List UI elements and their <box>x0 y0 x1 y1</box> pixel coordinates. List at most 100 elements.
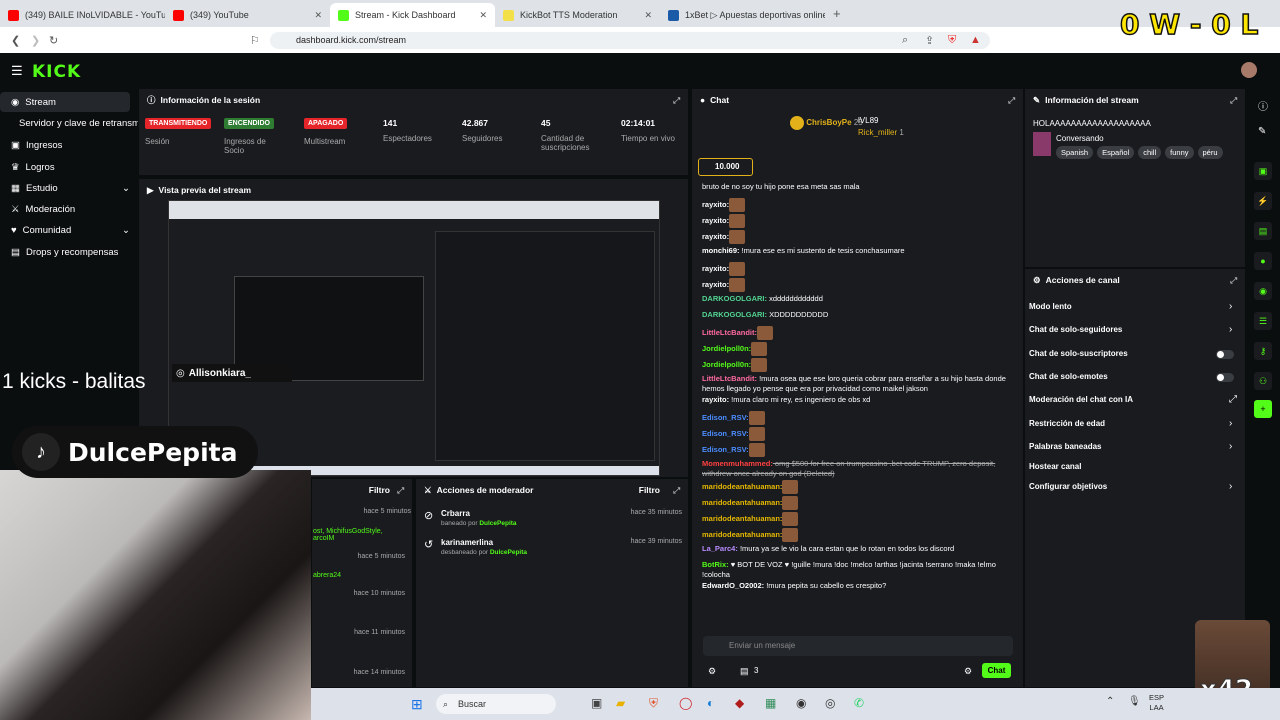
avatar[interactable] <box>1241 62 1257 78</box>
rail-add-icon[interactable]: + <box>1254 400 1272 418</box>
edge-icon[interactable]: ◐ <box>707 696 714 710</box>
share-icon[interactable]: ⇪ <box>925 34 934 47</box>
sidebar-item-moderacion[interactable]: ⚔ Moderación <box>0 199 130 219</box>
url-input[interactable]: dashboard.kick.com/stream <box>270 32 990 49</box>
kick-logo[interactable]: KICK <box>32 62 81 82</box>
chat-username[interactable]: EdwardO_O2002: <box>702 581 764 590</box>
tray-chevron-icon[interactable]: ⌃ <box>1106 696 1114 707</box>
rail-doc-icon[interactable]: ▤ <box>1254 222 1272 240</box>
stream-tag[interactable]: péru <box>1197 146 1223 159</box>
rail-people-icon[interactable]: ⚇ <box>1254 372 1272 390</box>
chat-username[interactable]: Edison_RSV: <box>702 429 749 438</box>
chat-username[interactable]: La_Parc4: <box>702 544 738 553</box>
bookmark-icon[interactable]: ⚐ <box>250 34 260 47</box>
channel-action-item[interactable]: Restricción de edad <box>1029 419 1105 428</box>
stream-tag[interactable]: chill <box>1138 146 1162 159</box>
chat-username[interactable]: rayxito: <box>702 216 729 225</box>
rewards-icon[interactable]: ▲ <box>970 34 981 46</box>
channel-action-item[interactable]: Chat de solo-seguidores <box>1029 325 1122 334</box>
gift-badge[interactable]: 10.000 <box>698 158 753 176</box>
sidebar-item-server-key[interactable]: Servidor y clave de retransmisión <box>0 113 140 133</box>
windows-start-icon[interactable]: ⊞ <box>411 696 423 713</box>
chat-username[interactable]: LittleLtcBandit: <box>702 374 757 383</box>
send-button[interactable]: Chat <box>982 663 1011 678</box>
rail-lightning-icon[interactable]: ⚡ <box>1254 192 1272 210</box>
chat-username[interactable]: Jordielpoll0n: <box>702 344 751 353</box>
chat-username[interactable]: rayxito: <box>702 200 729 209</box>
expand-icon[interactable]: ⤢ <box>1230 275 1237 286</box>
channel-action-item[interactable]: Hostear canal <box>1029 462 1081 471</box>
gift-icon[interactable]: ▤ <box>740 666 749 677</box>
close-icon[interactable]: ✕ <box>644 10 652 21</box>
rail-broadcast-icon[interactable]: ◉ <box>1254 282 1272 300</box>
taskbar-search[interactable]: ⌕ Buscar <box>436 694 556 714</box>
filter-button[interactable]: Filtro <box>369 485 390 495</box>
chat-username[interactable]: Edison_RSV: <box>702 445 749 454</box>
channel-action-item[interactable]: Chat de solo-suscriptores <box>1029 349 1128 358</box>
stream-tag[interactable]: Spanish <box>1056 146 1094 159</box>
app-icon[interactable]: ◆ <box>735 696 744 710</box>
new-tab-button[interactable]: + <box>825 6 841 27</box>
sidebar-item-estudio[interactable]: ▦ Estudio ⌄ <box>0 178 130 198</box>
rail-key-icon[interactable]: ⚷ <box>1254 342 1272 360</box>
chat-username[interactable]: monchi69: <box>702 246 740 255</box>
chat-username[interactable]: rayxito: <box>702 232 729 241</box>
app-icon[interactable]: ◎ <box>825 696 835 710</box>
expand-icon[interactable]: ⤢ <box>1008 95 1015 106</box>
sidebar-item-comunidad[interactable]: ♥ Comunidad ⌄ <box>0 220 130 240</box>
reload-icon[interactable]: ↻ <box>49 34 58 47</box>
whatsapp-icon[interactable]: ✆ <box>854 696 864 710</box>
language-indicator[interactable]: ESP LAA <box>1149 693 1164 713</box>
rail-list-icon[interactable]: ☰ <box>1254 312 1272 330</box>
sidebar-item-drops[interactable]: ▤ Drops y recompensas <box>0 242 130 262</box>
channel-action-item[interactable]: Modo lento <box>1029 302 1072 311</box>
folder-icon[interactable]: ▰ <box>616 696 625 710</box>
info-icon[interactable]: ⓘ <box>1258 98 1268 113</box>
browser-tab[interactable]: (349) YouTube ✕ <box>165 3 330 27</box>
browser-tab[interactable]: 1xBet ▷ Apuestas deportivas online✕ <box>660 3 825 27</box>
chat-username[interactable]: rayxito: <box>702 395 729 404</box>
chat-username[interactable]: BotRix: <box>702 560 729 569</box>
settings-icon[interactable]: ⚙ <box>708 666 716 677</box>
chat-username[interactable]: DARKOGOLGARI: <box>702 294 767 303</box>
chat-input[interactable]: Enviar un mensaje <box>703 636 1013 656</box>
rail-chat-icon[interactable]: ● <box>1254 252 1272 270</box>
chat-username[interactable]: rayxito: <box>702 280 729 289</box>
close-icon[interactable]: ✕ <box>479 10 487 21</box>
chat-username[interactable]: maridodeantahuaman: <box>702 482 782 491</box>
microphone-icon[interactable]: 🎙 <box>1128 696 1141 707</box>
gear-icon[interactable]: ⚙ <box>964 666 972 677</box>
store-icon[interactable]: ▦ <box>765 696 776 710</box>
obs-icon[interactable]: ◉ <box>796 696 806 710</box>
back-icon[interactable]: ❮ <box>11 34 20 47</box>
stream-tag[interactable]: funny <box>1165 146 1194 159</box>
close-icon[interactable]: ✕ <box>314 10 322 21</box>
chat-username[interactable]: Jordielpoll0n: <box>702 360 751 369</box>
chat-username[interactable]: maridodeantahuaman: <box>702 530 782 539</box>
expand-icon[interactable]: ⤢ <box>397 485 404 496</box>
browser-tab[interactable]: (349) BAILE INoLVIDABLE - YouTube✕ <box>0 3 165 27</box>
sidebar-item-ingresos[interactable]: ▣ Ingresos <box>0 135 130 155</box>
rail-tool-icon[interactable]: ▣ <box>1254 162 1272 180</box>
channel-action-item[interactable]: Palabras baneadas <box>1029 442 1101 451</box>
brave-shield-icon[interactable]: ⛨ <box>948 34 956 47</box>
chat-username[interactable]: Edison_RSV: <box>702 413 749 422</box>
filter-button[interactable]: Filtro <box>639 485 660 495</box>
channel-action-item[interactable]: Chat de solo-emotes <box>1029 372 1108 381</box>
expand-icon[interactable]: ⤢ <box>673 485 680 496</box>
sidebar-item-logros[interactable]: ♛ Logros <box>0 157 130 177</box>
channel-action-item[interactable]: Moderación del chat con IA <box>1029 395 1133 404</box>
browser-tab-active[interactable]: Stream - Kick Dashboard ✕ <box>330 3 495 27</box>
brave-icon[interactable]: ⛨ <box>649 696 658 711</box>
menu-icon[interactable]: ☰ <box>11 63 23 79</box>
channel-action-item[interactable]: Configurar objetivos <box>1029 482 1107 491</box>
forward-icon[interactable]: ❯ <box>31 34 40 47</box>
taskview-icon[interactable]: ▣ <box>591 696 602 710</box>
zoom-icon[interactable]: ⌕ <box>902 34 908 47</box>
stream-tag[interactable]: Español <box>1097 146 1135 159</box>
chat-username[interactable]: Momenmuhammed: <box>702 459 773 468</box>
sidebar-item-stream[interactable]: ◉ Stream <box>0 92 130 112</box>
chat-username[interactable]: rayxito: <box>702 264 729 273</box>
expand-icon[interactable]: ⤢ <box>1230 95 1237 106</box>
browser-tab[interactable]: KickBot TTS Moderation ✕ <box>495 3 660 27</box>
